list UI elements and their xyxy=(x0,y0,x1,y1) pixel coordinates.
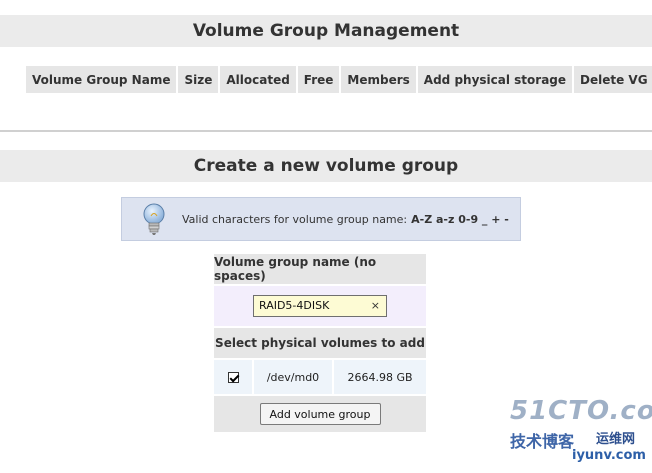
vg-management-title: Volume Group Management xyxy=(0,15,652,47)
clear-icon[interactable]: × xyxy=(371,299,380,312)
column-header: Allocated xyxy=(220,66,296,93)
name-label: Volume group name (no spaces) xyxy=(214,254,426,284)
vg-table: Volume Group Name Size Allocated Free Me… xyxy=(24,64,652,95)
column-header: Size xyxy=(178,66,219,93)
pv-label: Select physical volumes to add xyxy=(214,328,426,358)
column-header: Delete VG xyxy=(574,66,652,93)
pv-device: /dev/md0 xyxy=(252,360,334,394)
watermark-site-text: 运维网 xyxy=(596,432,636,447)
pv-checkbox[interactable] xyxy=(227,371,239,383)
column-header: Free xyxy=(297,66,340,93)
column-header: Members xyxy=(341,66,416,93)
info-box: Valid characters for volume group name: … xyxy=(121,197,521,241)
watermark-logo-text: 51CTO.com xyxy=(510,396,652,426)
name-input-row: RAID5-4DISK × xyxy=(214,286,426,326)
valid-chars: A-Z a-z 0-9 _ + - xyxy=(411,212,509,226)
section-divider xyxy=(0,130,652,132)
pv-select-cell xyxy=(214,360,252,394)
info-text: Valid characters for volume group name: xyxy=(182,212,408,226)
lightbulb-icon xyxy=(143,203,165,235)
watermark: 51CTO.com 技术博客 运维网 iyunv.com xyxy=(510,396,652,468)
vg-name-value: RAID5-4DISK xyxy=(259,299,330,312)
vg-name-input[interactable]: RAID5-4DISK × xyxy=(253,295,387,317)
pv-row: /dev/md0 2664.98 GB xyxy=(214,360,426,394)
column-header: Add physical storage xyxy=(417,66,573,93)
submit-row: Add volume group xyxy=(214,396,426,432)
create-vg-title: Create a new volume group xyxy=(0,150,652,182)
create-vg-form: Volume group name (no spaces) RAID5-4DIS… xyxy=(214,254,426,432)
vg-table-header-row: Volume Group Name Size Allocated Free Me… xyxy=(26,66,652,93)
column-header: Volume Group Name xyxy=(26,66,177,93)
add-volume-group-button[interactable]: Add volume group xyxy=(259,403,381,425)
watermark-blog-text: 技术博客 xyxy=(510,432,575,451)
watermark-url: iyunv.com xyxy=(572,448,646,463)
pv-size: 2664.98 GB xyxy=(334,360,426,394)
